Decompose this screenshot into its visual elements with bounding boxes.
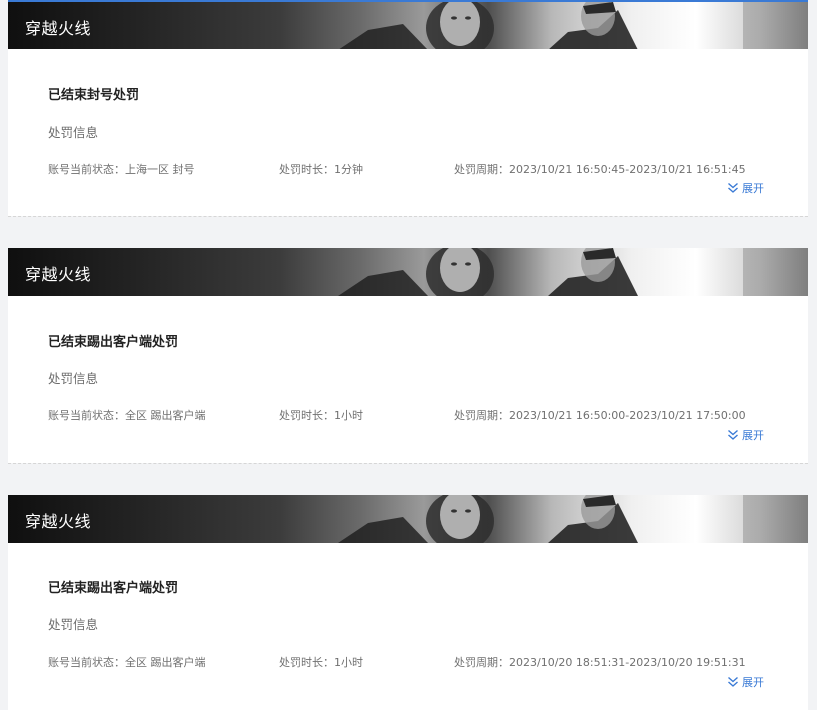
card-divider <box>8 463 808 464</box>
penalty-info-label: 处罚信息 <box>48 125 99 140</box>
penalty-duration: 处罚时长：1小时 <box>279 409 363 422</box>
penalty-record-card: 穿越火线 已结束踢出客户端处罚 处罚信息 账号当前状态：全区 踢出客户端 处罚时… <box>8 248 808 463</box>
penalty-period: 处罚周期：2023/10/21 16:50:00-2023/10/21 17:5… <box>454 409 746 422</box>
double-chevron-down-icon <box>728 429 738 440</box>
penalty-record-card: 穿越火线 已结束封号处罚 处罚信息 账号当前状态：上海一区 封号 处罚时长：1分… <box>8 0 808 216</box>
game-banner: 穿越火线 <box>8 0 808 49</box>
expand-label: 展开 <box>742 429 764 442</box>
penalty-title: 已结束封号处罚 <box>48 88 140 103</box>
penalty-title: 已结束踢出客户端处罚 <box>48 581 179 596</box>
account-status: 账号当前状态：全区 踢出客户端 <box>48 656 206 669</box>
penalty-period: 处罚周期：2023/10/20 18:51:31-2023/10/20 19:5… <box>454 656 746 669</box>
expand-button[interactable]: 展开 <box>727 674 764 690</box>
expand-label: 展开 <box>742 182 764 195</box>
penalty-info-label: 处罚信息 <box>48 617 99 632</box>
penalty-records-page: 穿越火线 已结束封号处罚 处罚信息 账号当前状态：上海一区 封号 处罚时长：1分… <box>0 0 817 710</box>
game-banner-artwork-icon <box>338 495 808 543</box>
expand-button[interactable]: 展开 <box>727 427 764 443</box>
game-banner: 穿越火线 <box>8 495 808 543</box>
expand-button[interactable]: 展开 <box>727 180 764 196</box>
game-name: 穿越火线 <box>25 19 92 38</box>
account-status: 账号当前状态：全区 踢出客户端 <box>48 409 206 422</box>
penalty-record-card: 穿越火线 已结束踢出客户端处罚 处罚信息 账号当前状态：全区 踢出客户端 处罚时… <box>8 495 808 710</box>
game-name: 穿越火线 <box>25 512 92 531</box>
account-status: 账号当前状态：上海一区 封号 <box>48 163 195 176</box>
double-chevron-down-icon <box>728 182 738 193</box>
card-divider <box>8 216 808 217</box>
penalty-period: 处罚周期：2023/10/21 16:50:45-2023/10/21 16:5… <box>454 163 746 176</box>
penalty-title: 已结束踢出客户端处罚 <box>48 335 179 350</box>
game-banner: 穿越火线 <box>8 248 808 296</box>
expand-label: 展开 <box>742 676 764 689</box>
game-banner-artwork-icon <box>338 248 808 296</box>
double-chevron-down-icon <box>728 676 738 687</box>
penalty-duration: 处罚时长：1小时 <box>279 656 363 669</box>
game-name: 穿越火线 <box>25 265 92 284</box>
penalty-info-label: 处罚信息 <box>48 371 99 386</box>
game-banner-artwork-icon <box>339 2 808 49</box>
penalty-duration: 处罚时长：1分钟 <box>279 163 363 176</box>
